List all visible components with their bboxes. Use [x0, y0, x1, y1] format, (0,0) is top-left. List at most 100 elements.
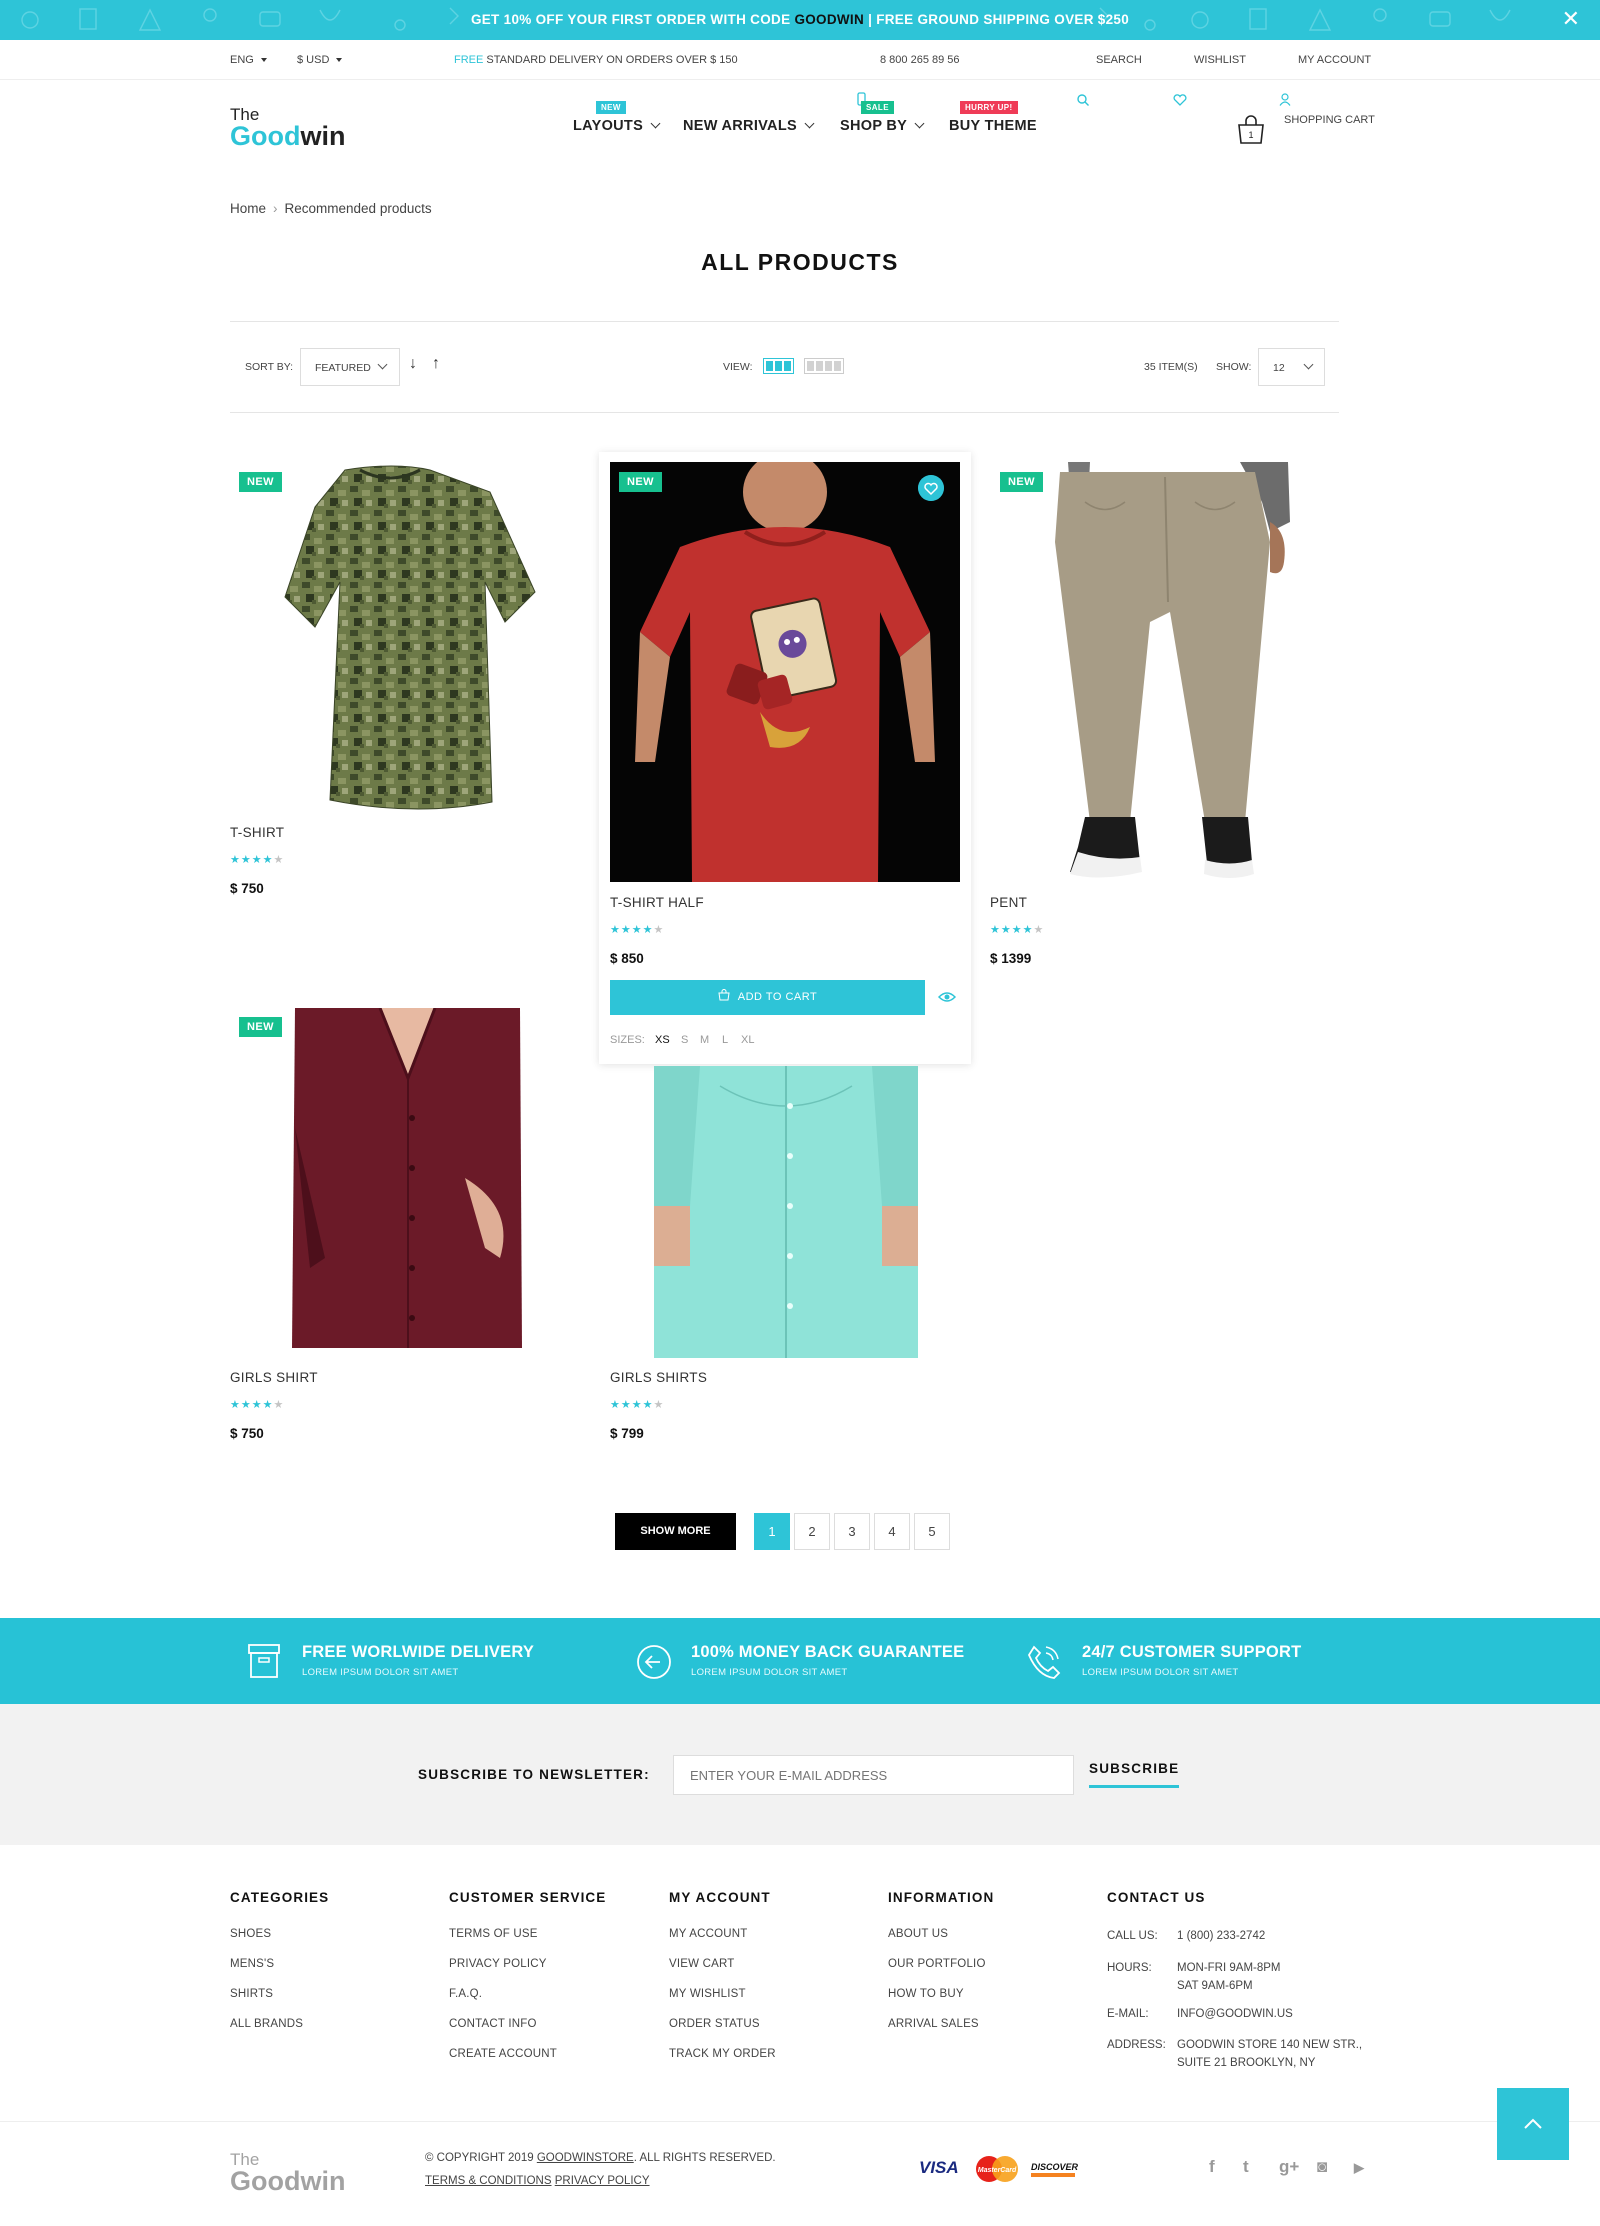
- footer-link[interactable]: SHIRTS: [230, 1988, 273, 2000]
- footer-link[interactable]: CREATE ACCOUNT: [449, 2048, 557, 2060]
- footer-heading-my-account: MY ACCOUNT: [669, 1890, 771, 1905]
- footer-link[interactable]: CONTACT INFO: [449, 2018, 537, 2030]
- show-per-page-select[interactable]: 12: [1258, 348, 1325, 386]
- top-bar: ENG $ USD FREE STANDARD DELIVERY ON ORDE…: [0, 40, 1600, 106]
- divider: [230, 321, 1339, 322]
- size-option-s[interactable]: S: [681, 1034, 688, 1046]
- footer-link[interactable]: HOW TO BUY: [888, 1988, 964, 2000]
- divider: [0, 2121, 1600, 2122]
- my-account-link[interactable]: MY ACCOUNT: [1298, 54, 1371, 66]
- product-image-girls-shirt[interactable]: [230, 1008, 580, 1358]
- product-image-pent[interactable]: [990, 462, 1340, 882]
- subscribe-button[interactable]: SUBSCRIBE: [1089, 1761, 1180, 1788]
- footer-link[interactable]: ARRIVAL SALES: [888, 2018, 979, 2030]
- sort-ascending-icon[interactable]: ↑: [432, 355, 440, 373]
- contact-hours-line2: SAT 9AM-6PM: [1177, 1980, 1253, 1992]
- show-more-button[interactable]: SHOW MORE: [615, 1513, 736, 1550]
- nav-item-buy-theme[interactable]: BUY THEME: [949, 118, 1037, 134]
- product-image-tshirt-half[interactable]: [610, 462, 960, 882]
- product-name[interactable]: T-SHIRT: [230, 825, 284, 840]
- footer-link[interactable]: MY WISHLIST: [669, 1988, 746, 2000]
- shopping-bag-icon[interactable]: 1: [1235, 113, 1267, 145]
- newsletter-email-input[interactable]: [673, 1755, 1074, 1795]
- footer-logo-goodwin: Goodwin: [230, 2166, 345, 2196]
- product-name[interactable]: T-SHIRT HALF: [610, 895, 704, 910]
- quick-view-eye-icon[interactable]: [938, 990, 956, 1004]
- facebook-icon[interactable]: f: [1209, 2157, 1215, 2177]
- grid-view-4-icon[interactable]: [804, 358, 844, 374]
- privacy-link[interactable]: PRIVACY POLICY: [555, 2175, 650, 2187]
- instagram-icon[interactable]: ◙: [1317, 2157, 1327, 2177]
- footer-link[interactable]: ABOUT US: [888, 1928, 948, 1940]
- product-price: $ 799: [610, 1426, 644, 1441]
- page-2[interactable]: 2: [794, 1513, 830, 1550]
- promo-close-icon[interactable]: ✕: [1562, 8, 1580, 30]
- footer-link[interactable]: MENS'S: [230, 1958, 274, 1970]
- footer-link[interactable]: MY ACCOUNT: [669, 1928, 747, 1940]
- footer-link[interactable]: OUR PORTFOLIO: [888, 1958, 986, 1970]
- chevron-down-icon: [804, 118, 815, 129]
- feature-subtitle: LOREM IPSUM DOLOR SIT AMET: [1082, 1667, 1239, 1678]
- copyright-store-link[interactable]: GOODWINSTORE: [537, 2152, 634, 2164]
- logo[interactable]: The Goodwin: [230, 106, 345, 150]
- breadcrumb: Home › Recommended products: [230, 201, 432, 216]
- nav-item-new-arrivals[interactable]: NEW ARRIVALS: [683, 118, 815, 134]
- size-option-m[interactable]: M: [700, 1034, 709, 1046]
- product-image-girls-shirts[interactable]: [610, 1066, 960, 1358]
- language-select[interactable]: ENG: [230, 54, 267, 66]
- size-option-xs[interactable]: XS: [655, 1034, 670, 1046]
- footer-link[interactable]: ORDER STATUS: [669, 2018, 760, 2030]
- pants-image: [1055, 462, 1290, 878]
- wishlist-heart-icon[interactable]: [1173, 94, 1187, 106]
- terms-link[interactable]: TERMS & CONDITIONS: [425, 2175, 552, 2187]
- footer-link[interactable]: SHOES: [230, 1928, 271, 1940]
- product-image-tshirt[interactable]: [230, 462, 580, 814]
- footer-link[interactable]: TERMS OF USE: [449, 1928, 538, 1940]
- search-icon[interactable]: [1077, 94, 1089, 106]
- sizes-label: SIZES:: [610, 1034, 645, 1046]
- size-option-xl[interactable]: XL: [741, 1034, 754, 1046]
- nav-item-shop-by[interactable]: SHOP BY: [840, 118, 925, 134]
- contact-address-label: ADDRESS:: [1107, 2039, 1166, 2051]
- footer-link[interactable]: F.A.Q.: [449, 1988, 482, 2000]
- search-link[interactable]: SEARCH: [1096, 54, 1142, 66]
- nav-item-layouts[interactable]: LAYOUTS: [573, 118, 661, 134]
- google-plus-icon[interactable]: g+: [1279, 2157, 1299, 2177]
- footer-link[interactable]: VIEW CART: [669, 1958, 734, 1970]
- product-name[interactable]: GIRLS SHIRTS: [610, 1370, 707, 1385]
- sort-select[interactable]: FEATURED: [300, 348, 400, 386]
- user-icon[interactable]: [1279, 93, 1291, 106]
- back-to-top-button[interactable]: [1497, 2088, 1569, 2160]
- page-1[interactable]: 1: [754, 1513, 790, 1550]
- size-option-l[interactable]: L: [722, 1034, 728, 1046]
- wishlist-link[interactable]: WISHLIST: [1194, 54, 1246, 66]
- product-name[interactable]: PENT: [990, 895, 1027, 910]
- footer-heading-customer-service: CUSTOMER SERVICE: [449, 1890, 607, 1905]
- logo-win: win: [300, 121, 346, 151]
- add-to-cart-button[interactable]: ADD TO CART: [610, 980, 925, 1015]
- footer-link[interactable]: TRACK MY ORDER: [669, 2048, 776, 2060]
- contact-email-link[interactable]: INFO@GOODWIN.US: [1177, 2005, 1293, 2023]
- sort-descending-icon[interactable]: ↓: [409, 355, 417, 373]
- logo-good: Good: [230, 121, 301, 151]
- footer-link[interactable]: PRIVACY POLICY: [449, 1958, 547, 1970]
- page-4[interactable]: 4: [874, 1513, 910, 1550]
- youtube-icon[interactable]: ▶: [1354, 2160, 1364, 2176]
- grid-view-3-icon[interactable]: [763, 358, 794, 374]
- wishlist-heart-icon[interactable]: [918, 475, 944, 501]
- product-name[interactable]: GIRLS SHIRT: [230, 1370, 318, 1385]
- shopping-cart-label[interactable]: SHOPPING CART: [1284, 114, 1375, 126]
- currency-select[interactable]: $ USD: [297, 54, 342, 66]
- footer-logo[interactable]: The Goodwin: [230, 2151, 345, 2195]
- page-3[interactable]: 3: [834, 1513, 870, 1550]
- newsletter-label: SUBSCRIBE TO NEWSLETTER:: [418, 1767, 650, 1782]
- twitter-icon[interactable]: t: [1243, 2157, 1249, 2177]
- show-label: SHOW:: [1216, 361, 1252, 373]
- maroon-blouse-image: [292, 1008, 522, 1358]
- footer-link[interactable]: ALL BRANDS: [230, 2018, 303, 2030]
- breadcrumb-home[interactable]: Home: [230, 201, 266, 216]
- discover-logo: DISCOVER: [1031, 2162, 1078, 2177]
- copyright: © COPYRIGHT 2019 GOODWINSTORE. ALL RIGHT…: [425, 2152, 776, 2164]
- page-5[interactable]: 5: [914, 1513, 950, 1550]
- chevron-down-icon: [1303, 359, 1314, 370]
